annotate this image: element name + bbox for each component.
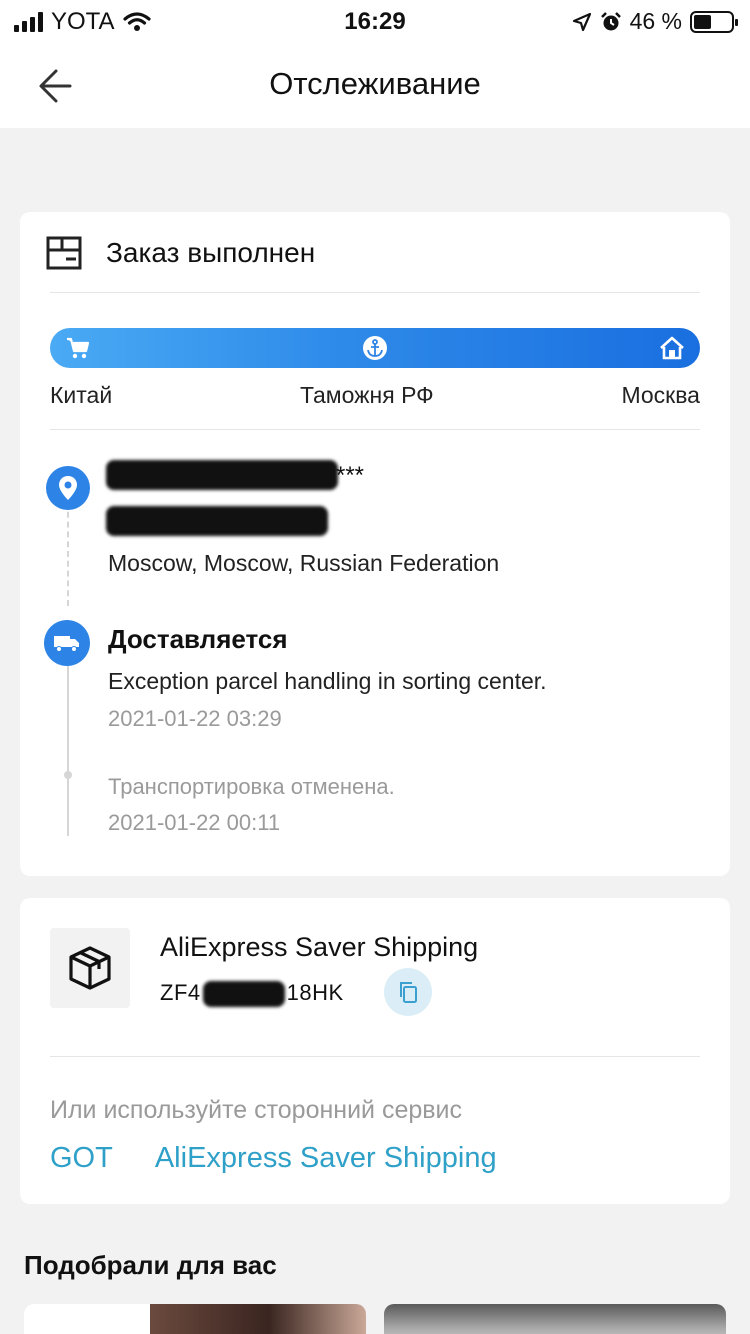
recipient-name-suffix: *** <box>336 462 365 489</box>
copy-icon <box>400 982 417 1003</box>
delivery-truck-icon <box>44 620 90 666</box>
timeline-connector <box>67 662 69 836</box>
event-title: Доставляется <box>108 624 288 654</box>
location-pin-icon <box>46 466 90 510</box>
recommendations-title: Подобрали для вас <box>24 1250 277 1280</box>
event-time: 2021-01-22 03:29 <box>108 706 282 731</box>
tracking-card: Заказ выполнен Китай Таможня РФ Москва *… <box>20 212 730 876</box>
recipient-address: Moscow, Moscow, Russian Federation <box>108 550 500 576</box>
package-box-icon <box>46 236 82 270</box>
home-icon <box>660 336 684 360</box>
stage-customs: Таможня РФ <box>299 382 434 408</box>
event-time: 2021-01-22 00:11 <box>108 810 281 835</box>
divider <box>50 429 700 430</box>
status-right: 46 % <box>572 8 738 35</box>
cart-icon <box>67 337 90 359</box>
route-progress-bar <box>50 328 700 368</box>
shipping-box-tile <box>50 928 130 1008</box>
redacted-street-address <box>106 506 328 536</box>
divider <box>50 292 700 293</box>
stage-destination: Москва <box>621 382 700 408</box>
tracking-number[interactable]: ZF4 18HK <box>160 980 344 1008</box>
link-got[interactable]: GOT <box>50 1142 113 1175</box>
nav-header: Отслеживание <box>0 44 750 128</box>
page-title: Отслеживание <box>269 66 481 101</box>
product-image <box>150 1304 366 1334</box>
shipping-service-name: AliExpress Saver Shipping <box>160 932 479 962</box>
divider <box>50 1056 700 1057</box>
stage-origin: Китай <box>50 382 113 408</box>
event-description: Exception parcel handling in sorting cen… <box>108 668 547 694</box>
battery-fill <box>694 14 711 29</box>
parcel-cube-icon <box>69 946 111 990</box>
timeline-dot <box>64 771 72 779</box>
tracking-prefix: ZF4 <box>160 980 201 1005</box>
battery-icon <box>690 10 738 33</box>
alternative-service-prompt: Или используйте сторонний сервис <box>50 1096 463 1124</box>
timeline-connector <box>67 502 69 606</box>
order-status-row: Заказ выполнен <box>46 236 315 270</box>
battery-percent: 46 % <box>629 8 682 34</box>
redacted-tracking-digits <box>202 981 285 1008</box>
recommended-product-card[interactable] <box>24 1304 366 1334</box>
tracking-suffix: 18HK <box>286 980 344 1005</box>
copy-button[interactable] <box>384 968 432 1016</box>
redacted-recipient-name <box>106 460 338 490</box>
shipping-card: AliExpress Saver Shipping ZF4 18HK Или ис… <box>20 898 730 1204</box>
link-aliexpress-saver[interactable]: AliExpress Saver Shipping <box>155 1142 497 1175</box>
alarm-icon <box>600 11 621 30</box>
status-bar: YOTA 16:29 46 % <box>0 0 750 44</box>
location-arrow-icon <box>572 12 591 31</box>
alternative-service-links: GOT AliExpress Saver Shipping <box>50 1142 497 1175</box>
route-stages: Китай Таможня РФ Москва <box>50 382 700 409</box>
anchor-icon <box>363 336 387 360</box>
order-status-text: Заказ выполнен <box>106 237 316 268</box>
event-note: Транспортировка отменена. <box>108 774 395 799</box>
recommended-product-card[interactable] <box>384 1304 726 1334</box>
